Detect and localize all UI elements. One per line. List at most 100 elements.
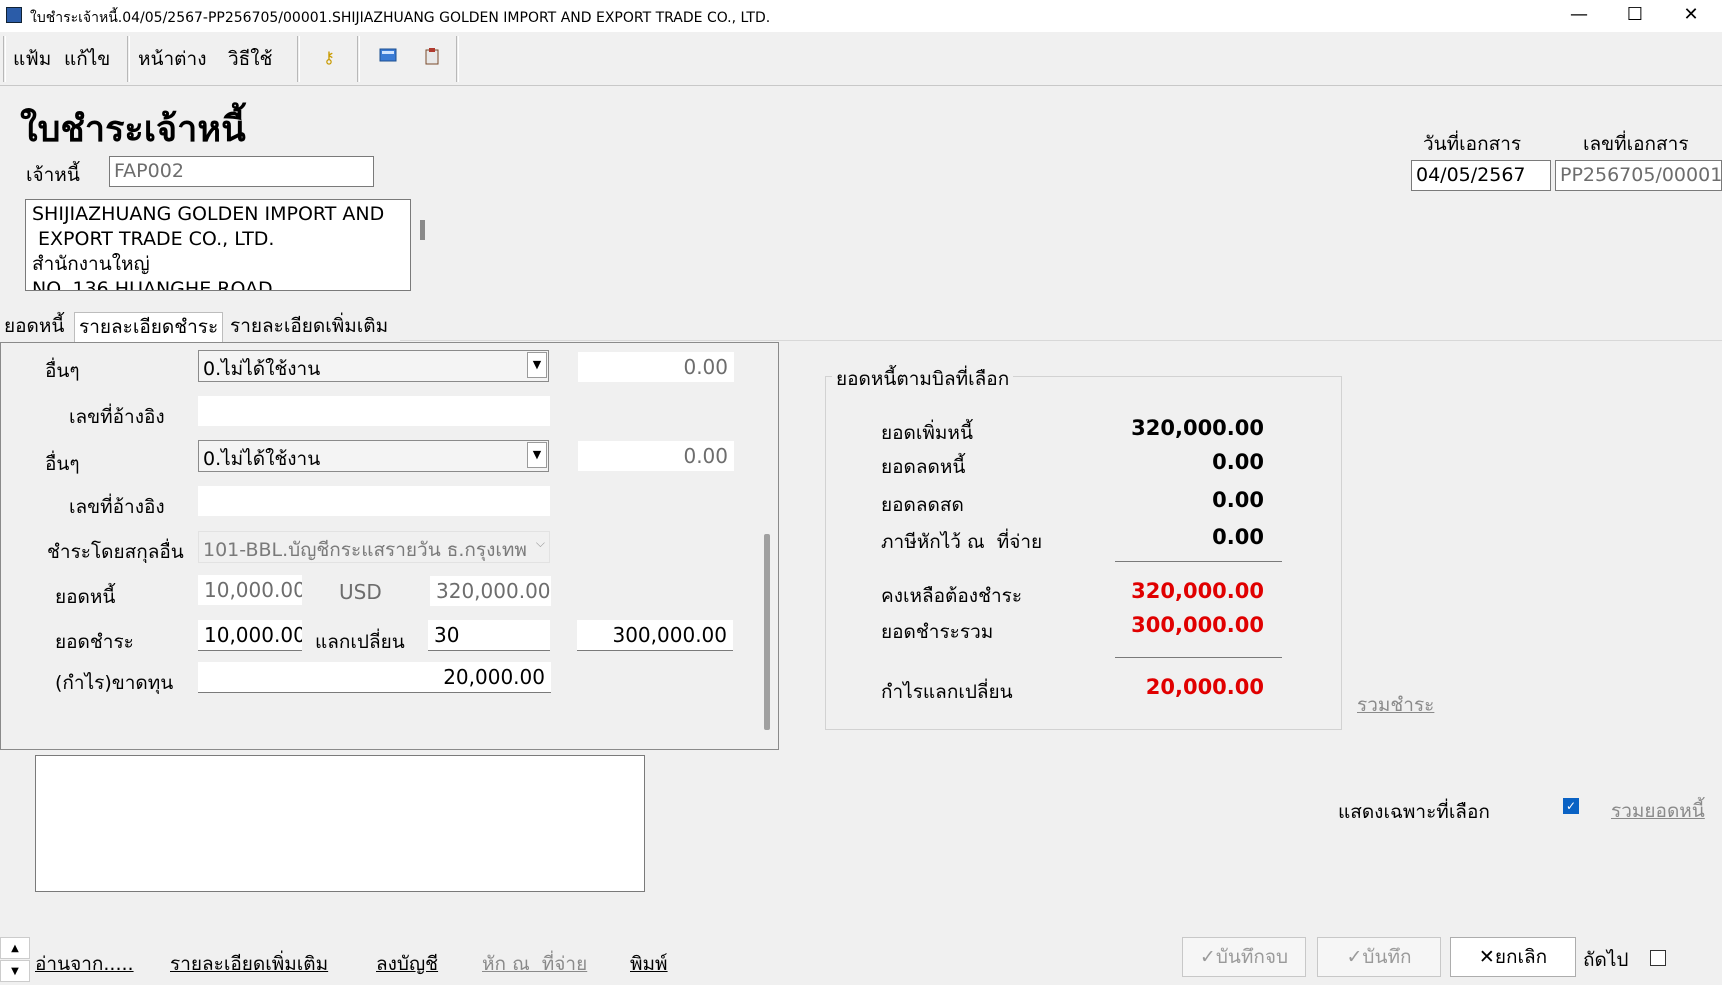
gain-loss-amount: 20,000.00 xyxy=(198,662,551,693)
page-title: ใบชำระเจ้าหนี้ xyxy=(20,109,246,150)
panel-scrollbar[interactable] xyxy=(764,534,770,730)
read-from-link[interactable]: อ่านจาก..... xyxy=(35,949,134,979)
total-paid-value: 300,000.00 xyxy=(1131,613,1264,637)
post-ledger-link[interactable]: ลงบัญชี xyxy=(376,949,438,979)
debt-label: ยอดหนี้ xyxy=(55,586,116,608)
more-detail-link[interactable]: รายละเอียดเพิ่มเติม xyxy=(170,949,328,979)
check-icon: ✓ xyxy=(1346,946,1363,968)
chevron-down-icon[interactable]: ▼ xyxy=(527,442,547,468)
debt-foreign-amount[interactable]: 10,000.00 xyxy=(198,575,302,605)
window-title: ใบชำระเจ้าหนี้.04/05/2567-PP256705/00001… xyxy=(30,10,771,26)
exchange-rate-label: แลกเปลี่ยน xyxy=(315,631,405,653)
foreign-account-select[interactable]: 101-BBL.บัญชีกระแสรายวัน ธ.กรุงเทพ ⌵ xyxy=(198,531,550,563)
menu-bar: แฟ้ม แก้ไข หน้าต่าง วิธีใช้ ⚷ xyxy=(0,32,1722,86)
tab-strip-line xyxy=(400,340,1722,341)
withholding-tax-label: ภาษีหักไว้ ณ ที่จ่าย xyxy=(881,531,1043,553)
decrease-value: 0.00 xyxy=(1212,450,1264,474)
doc-date-label: วันที่เอกสาร xyxy=(1423,133,1522,155)
pay-foreign-input[interactable]: 10,000.00 xyxy=(198,620,302,651)
other2-label: อื่นๆ xyxy=(45,453,80,475)
decrease-label: ยอดลดหนี้ xyxy=(881,456,966,478)
tab-more-detail[interactable]: รายละเอียดเพิ่มเติม xyxy=(226,312,392,342)
menu-help[interactable]: วิธีใช้ xyxy=(228,44,272,74)
close-button[interactable]: ✕ xyxy=(1663,0,1719,32)
save-close-button[interactable]: ✓บันทึกจบ xyxy=(1182,937,1306,977)
currency-code: USD xyxy=(339,580,382,604)
cash-discount-label: ยอดลดสด xyxy=(881,494,964,516)
foreign-currency-label: ชำระโดยสกุลอื่น xyxy=(47,541,184,563)
address-line: NO. 136 HUANGHE ROAD xyxy=(32,278,273,291)
app-window: ใบชำระเจ้าหนี้.04/05/2567-PP256705/00001… xyxy=(0,0,1722,985)
gain-loss-label: (กำไร)ขาดทุน xyxy=(55,672,174,694)
toolbar-separator xyxy=(357,36,360,82)
ref2-input[interactable] xyxy=(198,486,550,516)
check-icon: ✓ xyxy=(1199,946,1216,968)
doc-no-input[interactable]: PP256705/00001 xyxy=(1555,160,1722,191)
spin-up-button[interactable]: ▲ xyxy=(0,937,30,959)
next-checkbox[interactable] xyxy=(1650,950,1666,966)
debt-local-amount[interactable]: 320,000.00 xyxy=(430,576,551,606)
show-selected-checkbox[interactable]: ✓ xyxy=(1563,798,1579,814)
show-selected-label: แสดงเฉพาะที่เลือก xyxy=(1338,801,1490,823)
remaining-value: 320,000.00 xyxy=(1131,579,1264,603)
toolbar-separator xyxy=(456,36,459,82)
other1-select-value: 0.ไม่ได้ใช้งาน xyxy=(203,358,321,380)
other1-amount[interactable]: 0.00 xyxy=(578,352,734,382)
foreign-account-value: 101-BBL.บัญชีกระแสรายวัน ธ.กรุงเทพ xyxy=(203,539,527,561)
menu-file[interactable]: แฟ้ม xyxy=(13,44,51,74)
title-bar: ใบชำระเจ้าหนี้.04/05/2567-PP256705/00001… xyxy=(0,0,1722,32)
doc-no-label: เลขที่เอกสาร xyxy=(1583,133,1689,155)
creditor-code-input[interactable]: FAP002 xyxy=(109,156,374,187)
chevron-down-icon: ⌵ xyxy=(535,536,545,550)
save-close-label: บันทึกจบ xyxy=(1215,946,1289,968)
cancel-label: ยกเลิก xyxy=(1494,946,1548,968)
menu-separator xyxy=(127,36,130,82)
chevron-down-icon[interactable]: ▼ xyxy=(527,352,547,378)
summary-divider xyxy=(1115,657,1282,658)
cancel-button[interactable]: ✕ยกเลิก xyxy=(1450,937,1576,977)
increase-label: ยอดเพิ่มหนี้ xyxy=(881,422,973,444)
other2-select[interactable]: 0.ไม่ได้ใช้งาน ▼ xyxy=(198,440,549,472)
sum-pay-link[interactable]: รวมชำระ xyxy=(1357,690,1434,720)
other1-label: อื่นๆ xyxy=(45,360,80,382)
address-line: EXPORT TRADE CO., LTD. xyxy=(32,228,275,250)
address-line: สำนักงานใหญ่ xyxy=(32,253,150,275)
doc-date-input[interactable]: 04/05/2567 xyxy=(1411,160,1551,191)
pay-label: ยอดชำระ xyxy=(55,631,134,653)
menu-edit[interactable]: แก้ไข xyxy=(64,44,110,74)
key-icon[interactable]: ⚷ xyxy=(318,47,340,69)
other2-amount[interactable]: 0.00 xyxy=(578,441,734,471)
notes-textarea[interactable] xyxy=(35,755,645,892)
save-button[interactable]: ✓บันทึก xyxy=(1317,937,1441,977)
fx-gain-label: กำไรแลกเปลี่ยน xyxy=(881,681,1013,703)
app-icon xyxy=(6,7,22,23)
sum-debt-link[interactable]: รวมยอดหนี้ xyxy=(1611,796,1705,826)
ref1-input[interactable] xyxy=(198,396,550,426)
withholding-tax-value: 0.00 xyxy=(1212,525,1264,549)
total-paid-label: ยอดชำระรวม xyxy=(881,621,994,643)
summary-divider xyxy=(1115,561,1282,562)
pay-local-amount[interactable]: 300,000.00 xyxy=(577,620,733,651)
print-link[interactable]: พิมพ์ xyxy=(630,949,668,979)
clipboard-icon[interactable] xyxy=(421,47,443,69)
menu-separator xyxy=(297,36,300,82)
tab-payment-detail[interactable]: รายละเอียดชำระ xyxy=(74,312,224,342)
exchange-rate-input[interactable]: 30 xyxy=(428,620,550,651)
calculator-icon[interactable] xyxy=(377,47,399,69)
address-scrollbar[interactable] xyxy=(420,220,425,240)
close-icon: ✕ xyxy=(1478,946,1495,968)
minimize-button[interactable]: — xyxy=(1551,0,1607,32)
tab-debt[interactable]: ยอดหนี้ xyxy=(0,312,68,342)
creditor-address[interactable]: SHIJIAZHUANG GOLDEN IMPORT AND EXPORT TR… xyxy=(25,199,411,291)
remaining-label: คงเหลือต้องชำระ xyxy=(881,585,1023,607)
menu-window[interactable]: หน้าต่าง xyxy=(138,44,206,74)
withholding-link[interactable]: หัก ณ ที่จ่าย xyxy=(482,949,587,979)
maximize-button[interactable]: ☐ xyxy=(1607,0,1663,32)
other1-select[interactable]: 0.ไม่ได้ใช้งาน ▼ xyxy=(198,350,549,382)
ref1-label: เลขที่อ้างอิง xyxy=(69,406,165,428)
ref2-label: เลขที่อ้างอิง xyxy=(69,496,165,518)
save-label: บันทึก xyxy=(1362,946,1412,968)
creditor-label: เจ้าหนี้ xyxy=(26,164,80,186)
spin-down-button[interactable]: ▼ xyxy=(0,960,30,982)
cash-discount-value: 0.00 xyxy=(1212,488,1264,512)
